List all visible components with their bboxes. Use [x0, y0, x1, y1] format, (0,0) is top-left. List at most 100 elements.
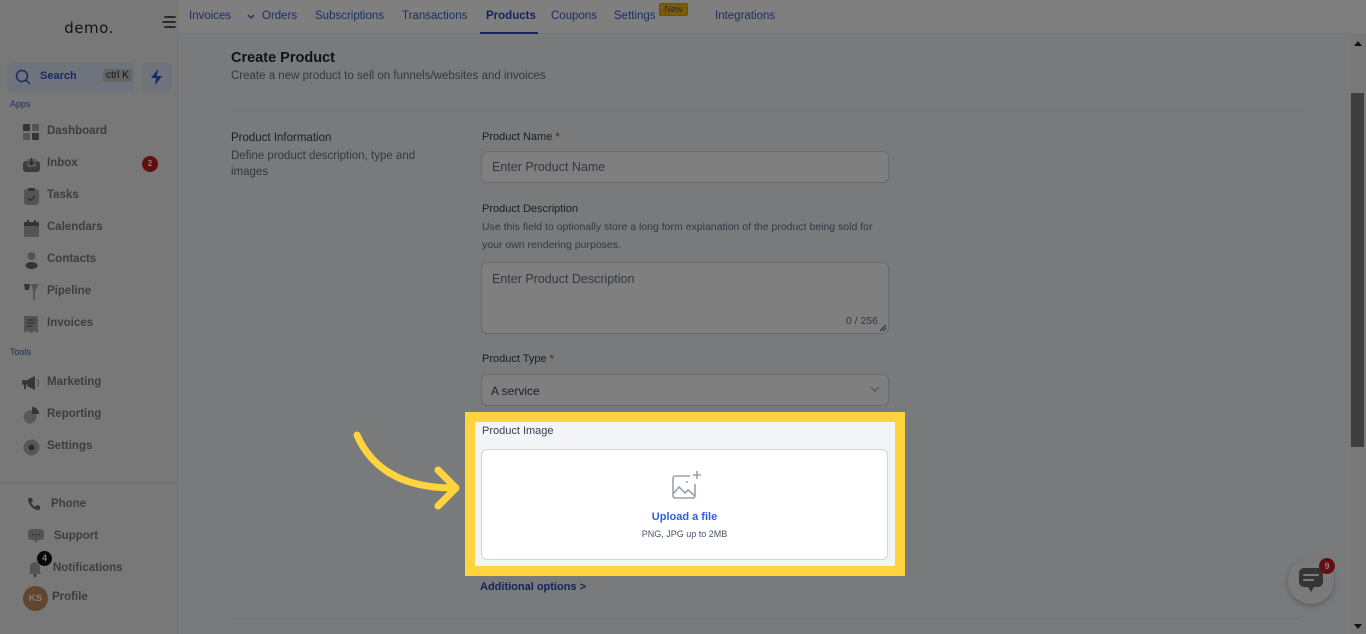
logo[interactable]: demo. [0, 19, 178, 37]
sidebar-item-calendars[interactable]: Calendars [0, 212, 178, 244]
sidebar-item-inbox[interactable]: Inbox 2 [0, 148, 178, 180]
support-icon [28, 529, 45, 546]
tab-orders[interactable]: Orders [262, 10, 297, 22]
apps-group-label: Apps [10, 99, 31, 109]
sidebar-item-tasks[interactable]: Tasks [0, 180, 178, 212]
sidebar-item-label: Reporting [47, 408, 102, 420]
tab-products[interactable]: Products [486, 10, 536, 22]
placeholder: Enter Product Description [492, 272, 635, 286]
sidebar-item-label: Marketing [47, 376, 102, 388]
label-text: Product Name [482, 131, 553, 143]
sidebar-item-settings[interactable]: Settings [0, 431, 178, 463]
sidebar-item-label: Support [54, 530, 99, 542]
pipeline-icon [24, 284, 41, 301]
page-title: Create Product [231, 50, 335, 66]
sidebar-item-label: Notifications [53, 562, 123, 574]
pie-chart-icon [23, 407, 40, 424]
product-type-label: Product Type * [482, 353, 554, 365]
chevron-down-icon [247, 14, 255, 19]
sidebar-item-invoices[interactable]: Invoices [0, 308, 178, 340]
new-badge: New [659, 3, 688, 16]
section-title: Product Information [231, 132, 332, 144]
product-type-select[interactable]: A service [481, 374, 889, 406]
product-description-textarea[interactable]: Enter Product Description 0 / 256 [481, 262, 889, 334]
megaphone-icon [22, 375, 40, 392]
placeholder: Enter Product Name [492, 160, 606, 174]
product-name-label: Product Name * [482, 131, 560, 143]
sidebar-item-label: Settings [47, 440, 93, 452]
sidebar-item-label: Profile [52, 591, 88, 603]
tab-coupons[interactable]: Coupons [551, 10, 597, 22]
lightning-icon [151, 69, 162, 85]
active-tab-indicator [480, 32, 538, 34]
sidebar-item-marketing[interactable]: Marketing [0, 367, 178, 399]
sidebar-item-notifications[interactable]: Notifications [0, 553, 178, 585]
scrollbar[interactable] [1350, 35, 1366, 634]
sidebar-item-label: Tasks [47, 189, 79, 201]
inbox-unread-badge: 2 [142, 156, 158, 172]
calendar-icon [24, 220, 41, 237]
sidebar-item-support[interactable]: Support [0, 521, 178, 553]
sidebar-item-label: Invoices [47, 317, 94, 329]
pointer-arrow-icon [353, 431, 460, 510]
gear-icon [23, 439, 40, 456]
sidebar-item-label: Calendars [47, 221, 103, 233]
chevron-down-icon [870, 386, 880, 392]
product-description-label: Product Description [482, 203, 578, 215]
divider [231, 618, 1301, 619]
upload-hint: PNG, JPG up to 2MB [641, 529, 728, 539]
tools-group-label: Tools [10, 347, 32, 357]
sidebar: demo. Search ctrl K Apps Dashboard Inbox… [0, 0, 178, 634]
resize-handle-icon[interactable] [879, 324, 887, 332]
sidebar-divider [0, 482, 178, 483]
chat-icon [1299, 568, 1323, 592]
sidebar-item-label: Inbox [47, 157, 78, 169]
dashboard-icon [23, 124, 40, 141]
additional-options-link[interactable]: Additional options > [480, 581, 586, 593]
top-nav: Invoices Orders Subscriptions Transactio… [178, 0, 1366, 34]
required-marker: * [549, 353, 554, 365]
collapse-sidebar-icon[interactable] [162, 15, 176, 29]
divider [231, 110, 1301, 111]
character-counter: 0 / 256 [845, 315, 878, 327]
sidebar-item-label: Contacts [47, 253, 97, 265]
sidebar-item-label: Phone [51, 498, 87, 510]
product-description-help: Use this field to optionally store a lon… [482, 221, 873, 251]
sidebar-item-phone[interactable]: Phone [0, 489, 178, 521]
inbox-icon [23, 156, 40, 173]
tab-invoices[interactable]: Invoices [189, 10, 255, 22]
tab-transactions[interactable]: Transactions [402, 10, 467, 22]
upload-file-link[interactable]: Upload a file [482, 511, 887, 523]
sidebar-item-dashboard[interactable]: Dashboard [0, 116, 178, 148]
tab-settings[interactable]: Settings [614, 10, 656, 22]
tab-subscriptions[interactable]: Subscriptions [315, 10, 384, 22]
sidebar-item-reporting[interactable]: Reporting [0, 399, 178, 431]
scroll-thumb[interactable] [1351, 93, 1364, 447]
image-upload-dropzone[interactable]: Upload a file PNG, JPG up to 2MB [481, 449, 888, 560]
scroll-down-arrow-icon[interactable] [1354, 624, 1362, 629]
invoices-icon [24, 316, 41, 333]
required-marker: * [555, 131, 560, 143]
sidebar-item-label: Pipeline [47, 285, 92, 297]
tab-integrations[interactable]: Integrations [715, 10, 775, 22]
sidebar-item-pipeline[interactable]: Pipeline [0, 276, 178, 308]
avatar[interactable]: KS [23, 586, 48, 611]
search-button[interactable]: Search ctrl K [7, 62, 135, 92]
chat-unread-badge: 9 [1319, 558, 1335, 574]
product-name-input[interactable]: Enter Product Name [481, 151, 889, 183]
tab-label: Invoices [189, 10, 232, 22]
quick-actions-button[interactable] [141, 62, 172, 92]
tasks-icon [24, 188, 41, 205]
label-text: Product Type [482, 353, 547, 365]
product-image-label: Product Image [482, 425, 554, 437]
sidebar-item-label: Dashboard [47, 125, 108, 137]
contacts-icon [25, 252, 42, 269]
phone-icon [27, 497, 44, 514]
search-shortcut: ctrl K [103, 69, 132, 82]
sidebar-item-contacts[interactable]: Contacts [0, 244, 178, 276]
scroll-up-arrow-icon[interactable] [1354, 41, 1362, 46]
notifications-badge: 4 [37, 551, 52, 566]
image-upload-icon [672, 471, 701, 499]
page-subtitle: Create a new product to sell on funnels/… [231, 70, 546, 82]
search-label: Search [40, 70, 77, 82]
